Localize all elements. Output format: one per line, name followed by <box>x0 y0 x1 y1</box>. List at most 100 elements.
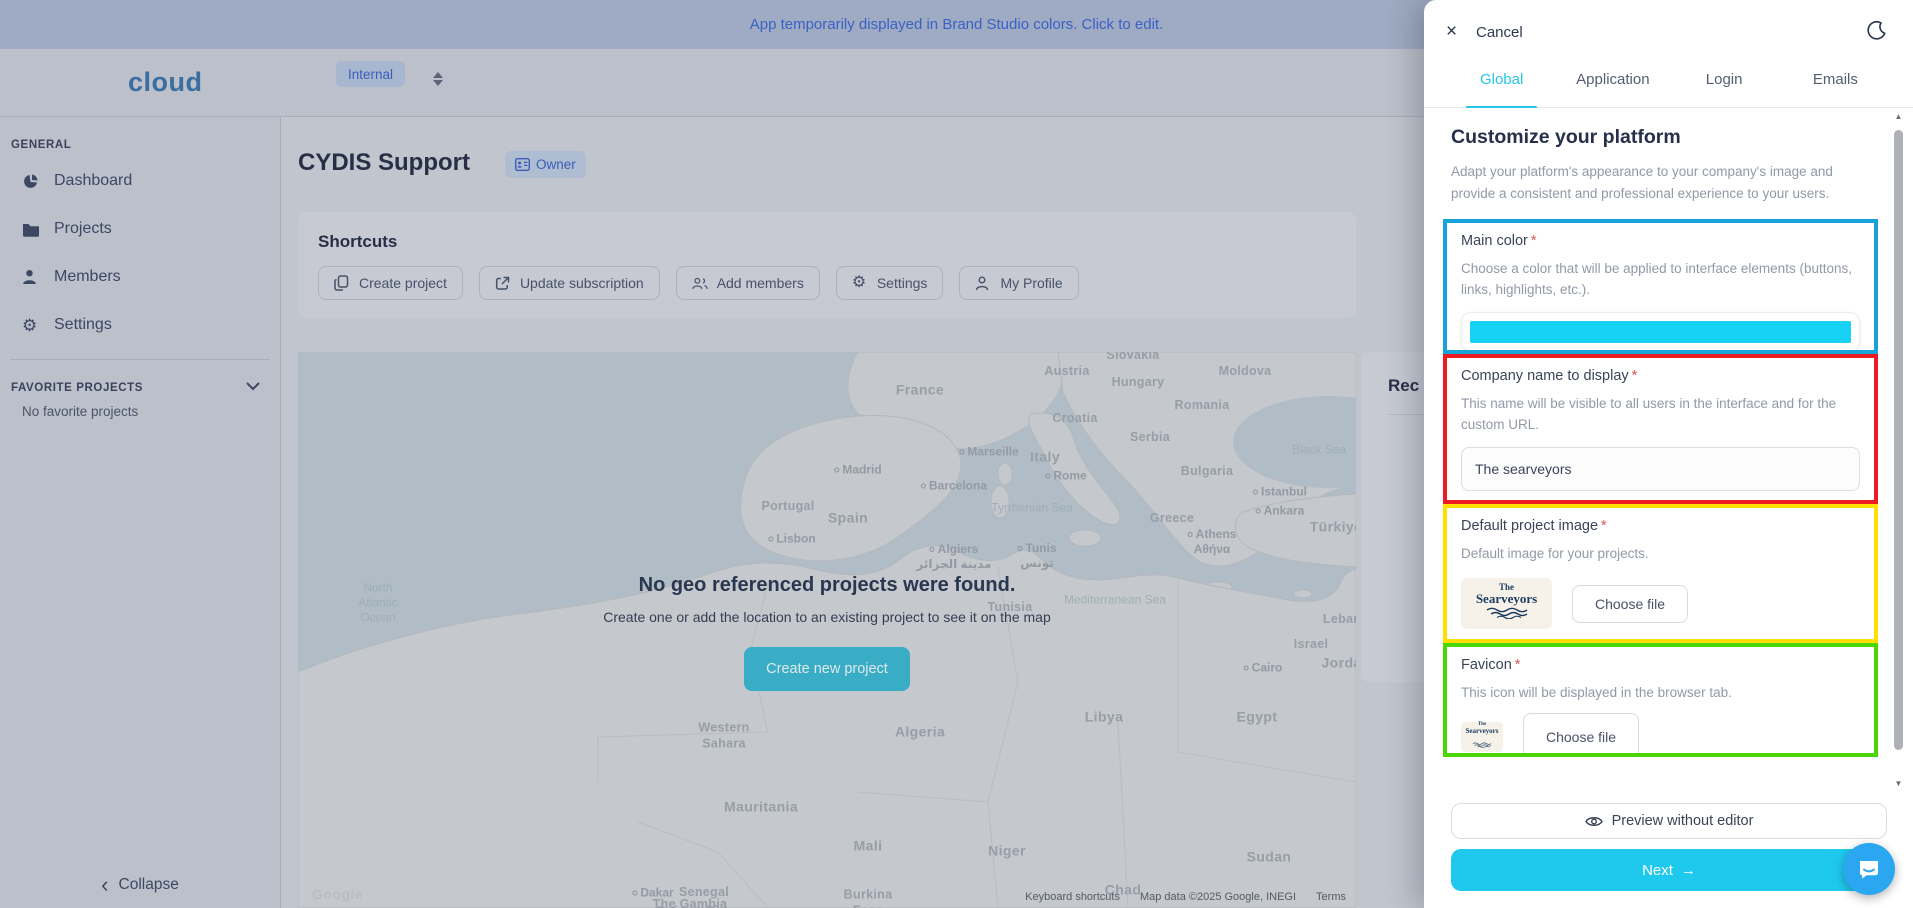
section-main-color: Main color*Choose a color that will be a… <box>1443 219 1878 354</box>
company-name-input[interactable] <box>1461 447 1860 491</box>
sidebar-item-members[interactable]: Members <box>0 253 280 301</box>
create-new-project-button[interactable]: Create new project <box>744 647 910 691</box>
sidebar: GENERAL Dashboard Projects Members ⚙ Setting… <box>0 117 281 908</box>
external-icon <box>495 275 511 291</box>
shortcuts-card: Shortcuts Create project Update subscript… <box>298 212 1356 318</box>
tab-global[interactable]: Global <box>1446 62 1557 107</box>
tab-emails[interactable]: Emails <box>1780 62 1891 107</box>
gear-icon: ⚙ <box>22 316 40 334</box>
favicon-choose-file-button[interactable]: Choose file <box>1523 713 1639 757</box>
map-empty-state: No geo referenced projects were found. C… <box>298 574 1356 691</box>
panel-heading: Customize your platform <box>1451 126 1865 149</box>
map-attribution: Keyboard shortcuts Map data ©2025 Google… <box>1025 891 1346 903</box>
sidebar-general-label: GENERAL <box>11 139 280 151</box>
banner-text[interactable]: App temporarily displayed in Brand Studi… <box>750 16 1164 33</box>
map[interactable]: FranceAustriaSlovakiaHungaryMoldovaRoman… <box>298 352 1356 908</box>
google-watermark: Google <box>312 886 363 902</box>
chevron-left-icon: ‹ <box>101 878 108 892</box>
required-mark: * <box>1601 518 1607 534</box>
my-profile-button[interactable]: My Profile <box>959 266 1078 300</box>
page-title: CYDIS Support <box>298 149 470 177</box>
sidebar-item-label: Projects <box>54 220 112 238</box>
sidebar-item-label: Dashboard <box>54 172 132 190</box>
eye-icon <box>1585 815 1603 828</box>
sidebar-item-label: Members <box>54 268 121 286</box>
sidebar-favorites-header[interactable]: FAVORITE PROJECTS <box>11 382 280 394</box>
field-description: Choose a color that will be applied to i… <box>1461 258 1860 300</box>
main-color-swatch <box>1470 321 1851 343</box>
keyboard-shortcuts-link[interactable]: Keyboard shortcuts <box>1025 891 1120 903</box>
arrow-right-icon: → <box>1681 862 1696 879</box>
field-description: This name will be visible to all users i… <box>1461 393 1860 435</box>
waves-icon <box>1485 606 1529 624</box>
next-button[interactable]: Next → <box>1451 849 1887 891</box>
id-card-icon <box>515 158 530 171</box>
panel-header: × Cancel <box>1424 0 1913 62</box>
map-data-credit: Map data ©2025 Google, INEGI <box>1140 891 1296 903</box>
update-subscription-button[interactable]: Update subscription <box>479 266 660 300</box>
person-icon <box>22 268 40 286</box>
shortcut-button-label: Update subscription <box>520 275 644 291</box>
map-empty-title: No geo referenced projects were found. <box>298 574 1356 597</box>
field-label: Company name to display* <box>1461 368 1860 384</box>
tab-login[interactable]: Login <box>1669 62 1780 107</box>
sidebar-item-dashboard[interactable]: Dashboard <box>0 157 280 205</box>
section-default-project-image: Default project image* Default image for … <box>1443 504 1878 643</box>
collapse-label: Collapse <box>119 876 179 894</box>
thumbnail-logo-line2: Searveyors <box>1465 727 1498 735</box>
field-label: Default project image* <box>1461 518 1860 534</box>
cancel-button[interactable]: Cancel <box>1476 24 1523 41</box>
required-mark: * <box>1531 233 1537 249</box>
sidebar-favorites-label: FAVORITE PROJECTS <box>11 382 143 394</box>
waves-icon <box>1472 735 1492 753</box>
dark-mode-moon-icon[interactable] <box>1865 20 1887 47</box>
next-button-label: Next <box>1642 862 1673 879</box>
sidebar-item-projects[interactable]: Projects <box>0 205 280 253</box>
gear-o-icon: ⚙ <box>852 275 868 291</box>
workspace-switcher-icon[interactable] <box>432 70 444 94</box>
add-members-button[interactable]: Add members <box>676 266 820 300</box>
main-color-swatch-input[interactable] <box>1461 312 1860 352</box>
terms-link[interactable]: Terms <box>1316 891 1346 903</box>
person-o-icon <box>975 275 991 291</box>
create-project-button[interactable]: Create project <box>318 266 463 300</box>
field-description: This icon will be displayed in the brows… <box>1461 682 1860 703</box>
owner-badge-label: Owner <box>536 157 576 172</box>
sidebar-item-settings[interactable]: ⚙ Settings <box>0 301 280 349</box>
panel-scrollbar[interactable]: ▲ ▼ <box>1892 112 1905 788</box>
field-label: Favicon* <box>1461 657 1860 673</box>
shortcuts-title: Shortcuts <box>318 232 1336 252</box>
tab-application[interactable]: Application <box>1557 62 1668 107</box>
chevron-down-icon[interactable] <box>246 382 260 394</box>
close-icon[interactable]: × <box>1446 22 1457 41</box>
required-mark: * <box>1632 368 1638 384</box>
scrollbar-thumb[interactable] <box>1894 130 1903 750</box>
thumbnail-logo-line2: Searveyors <box>1476 592 1537 606</box>
users-icon <box>692 275 708 291</box>
required-mark: * <box>1515 657 1521 673</box>
owner-badge: Owner <box>505 151 586 178</box>
panel-scroll-area[interactable]: Customize your platform Adapt your platf… <box>1424 108 1889 790</box>
favicon-thumbnail: TheSearveyors <box>1461 722 1503 752</box>
section-favicon: Favicon* This icon will be displayed in t… <box>1443 643 1878 757</box>
scrollbar-down-arrow[interactable]: ▼ <box>1892 779 1905 788</box>
workspace-badge[interactable]: Internal <box>336 61 405 87</box>
app-logo: cloud <box>128 67 203 98</box>
chat-launcher-button[interactable] <box>1843 843 1895 895</box>
field-description: Default image for your projects. <box>1461 543 1860 564</box>
preview-without-editor-button[interactable]: Preview without editor <box>1451 803 1887 839</box>
copy-icon <box>334 275 350 291</box>
shortcut-button-label: Create project <box>359 275 447 291</box>
preview-button-label: Preview without editor <box>1612 813 1754 829</box>
default-project-image-thumbnail: TheSearveyors <box>1461 578 1552 629</box>
sidebar-item-label: Settings <box>54 316 112 334</box>
panel-description: Adapt your platform's appearance to your… <box>1451 161 1853 205</box>
brand-editor-panel: × Cancel GlobalApplicationLoginEmails Cu… <box>1424 0 1913 908</box>
scrollbar-up-arrow[interactable]: ▲ <box>1892 112 1905 121</box>
collapse-button[interactable]: ‹ Collapse <box>0 876 280 894</box>
shortcut-button-label: Add members <box>717 275 804 291</box>
favorites-empty-text: No favorite projects <box>22 404 280 419</box>
default-project-image-choose-file-button[interactable]: Choose file <box>1572 585 1688 623</box>
chat-icon <box>1856 856 1882 882</box>
settings-button[interactable]: ⚙Settings <box>836 266 944 300</box>
